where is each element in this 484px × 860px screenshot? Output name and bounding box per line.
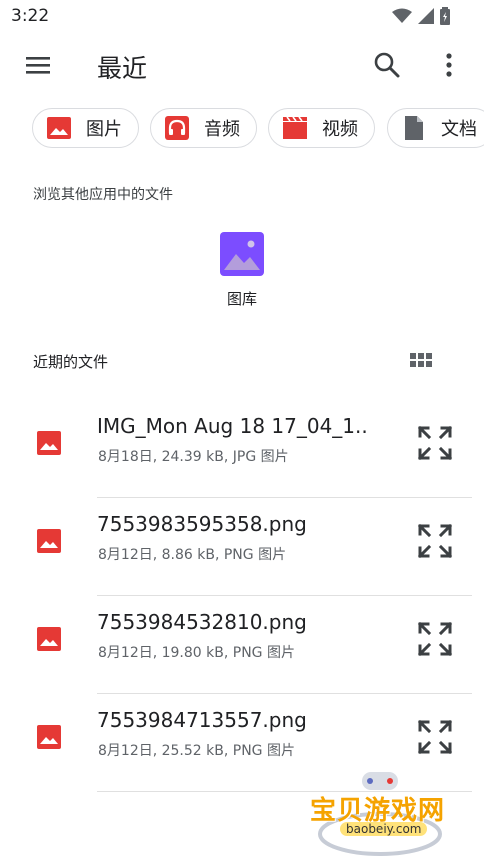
- battery-icon: [440, 7, 450, 25]
- file-name: 7553983595358.png: [97, 512, 307, 536]
- more-options-button[interactable]: [432, 48, 466, 82]
- wifi-icon: [392, 8, 412, 23]
- gallery-label: 图库: [226, 290, 257, 308]
- image-icon: [46, 115, 72, 141]
- chip-documents[interactable]: 文档: [387, 108, 484, 148]
- search-icon: [374, 52, 400, 78]
- file-meta: 8月18日, 24.39 kB, JPG 图片: [98, 449, 289, 465]
- expand-preview-icon[interactable]: [416, 620, 454, 658]
- recent-section-title: 近期的文件: [33, 353, 109, 371]
- file-row[interactable]: 7553983595358.png 8月12日, 8.86 kB, PNG 图片: [0, 498, 484, 596]
- chip-label: 图片: [86, 119, 122, 140]
- menu-button[interactable]: [22, 49, 54, 81]
- more-vert-icon: [446, 53, 452, 77]
- file-name: 7553984532810.png: [97, 610, 307, 634]
- grid-view-toggle[interactable]: [406, 346, 436, 376]
- image-file-icon: [37, 627, 61, 651]
- file-name: 7553984713557.png: [97, 708, 307, 732]
- filter-chips: 图片 音频 视频 文档: [32, 108, 484, 150]
- document-icon: [401, 115, 427, 141]
- file-meta: 8月12日, 25.52 kB, PNG 图片: [98, 743, 295, 759]
- browse-section-title: 浏览其他应用中的文件: [33, 187, 173, 203]
- status-icons: [392, 6, 450, 26]
- chip-label: 文档: [441, 119, 477, 140]
- expand-preview-icon[interactable]: [416, 522, 454, 560]
- expand-preview-icon[interactable]: [416, 718, 454, 756]
- status-time: 3:22: [11, 6, 50, 26]
- gallery-icon: [220, 232, 264, 276]
- file-name: IMG_Mon Aug 18 17_04_1...: [97, 414, 367, 438]
- movie-icon: [282, 115, 308, 141]
- file-meta: 8月12日, 19.80 kB, PNG 图片: [98, 645, 295, 661]
- expand-preview-icon[interactable]: [416, 424, 454, 462]
- chip-videos[interactable]: 视频: [268, 108, 375, 148]
- chip-label: 视频: [322, 119, 358, 140]
- image-file-icon: [37, 431, 61, 455]
- image-file-icon: [37, 529, 61, 553]
- app-bar: 最近: [0, 36, 484, 94]
- chip-label: 音频: [204, 119, 240, 140]
- grid-view-icon: [410, 353, 432, 367]
- image-file-icon: [37, 725, 61, 749]
- search-button[interactable]: [370, 48, 404, 82]
- watermark-url: baobeiy.com: [340, 822, 428, 836]
- chip-images[interactable]: 图片: [32, 108, 139, 148]
- cell-signal-icon: [418, 8, 434, 24]
- headphones-icon: [164, 115, 190, 141]
- watermark-logo: 宝贝游戏网 baobeiy.com: [300, 770, 460, 858]
- chip-audio[interactable]: 音频: [150, 108, 257, 148]
- file-row[interactable]: 7553984532810.png 8月12日, 19.80 kB, PNG 图…: [0, 596, 484, 694]
- gallery-app-shortcut[interactable]: 图库: [210, 232, 274, 309]
- file-row[interactable]: IMG_Mon Aug 18 17_04_1... 8月18日, 24.39 k…: [0, 400, 484, 498]
- page-title: 最近: [97, 54, 148, 83]
- status-bar: 3:22: [0, 0, 484, 32]
- hamburger-menu-icon: [26, 57, 50, 74]
- file-meta: 8月12日, 8.86 kB, PNG 图片: [98, 547, 287, 563]
